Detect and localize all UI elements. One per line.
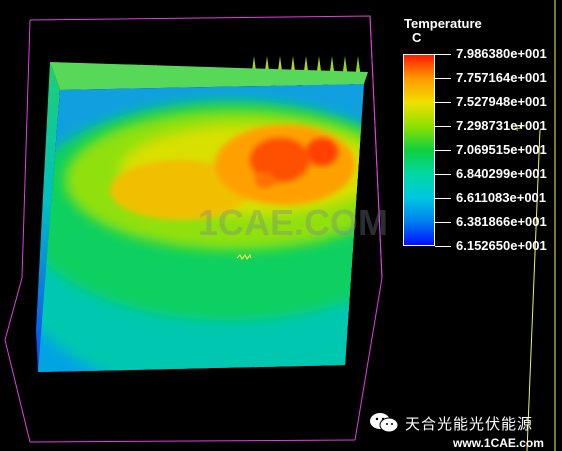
legend-tick (435, 126, 451, 127)
legend-title: Temperature (404, 16, 482, 31)
brand-name: 天合光能光伏能源 (405, 415, 534, 433)
legend-tick (435, 102, 451, 103)
legend-tick (435, 222, 451, 223)
legend-label: 7.069515e+001 (456, 142, 547, 157)
legend-label: 7.298731e+001 (456, 118, 547, 133)
legend-tick (435, 150, 451, 151)
legend-label: 7.986380e+001 (456, 46, 547, 61)
legend-tick (435, 198, 451, 199)
legend-unit: C (412, 30, 422, 45)
legend-label: 7.527948e+001 (456, 94, 547, 109)
legend-label: 6.152650e+001 (456, 238, 547, 253)
legend-tick (435, 54, 451, 55)
legend-color-bar (403, 54, 435, 246)
legend-tick (435, 78, 451, 79)
legend-label: 6.840299e+001 (456, 166, 547, 181)
legend-label: 7.757164e+001 (456, 70, 547, 85)
legend-label: 6.611083e+001 (456, 190, 547, 205)
watermark-text: 1CAE.COM (198, 202, 389, 243)
legend-tick (435, 174, 451, 175)
wechat-icon (368, 411, 400, 433)
site-url: www.1CAE.com (453, 436, 544, 450)
heatsink-front-face (38, 84, 364, 372)
legend-tick (435, 246, 451, 247)
legend-label: 6.381866e+001 (456, 214, 547, 229)
